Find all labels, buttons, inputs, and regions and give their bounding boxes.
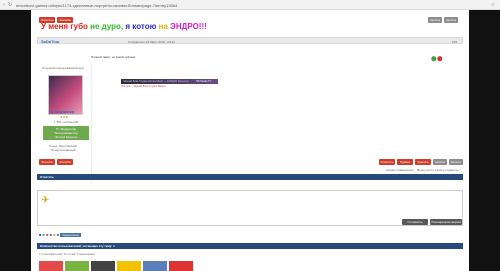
embed-desc: Эта для... Чёрный Блик Студия Видео bbox=[121, 85, 166, 88]
report-button[interactable]: Жалоба bbox=[39, 159, 55, 165]
reply-button-top[interactable]: Ответить bbox=[39, 17, 55, 23]
post-number[interactable]: #16 bbox=[452, 40, 457, 44]
star-icon[interactable]: ☆ bbox=[490, 2, 496, 8]
footer-thumb[interactable] bbox=[39, 261, 63, 271]
user-city-extra: Предполагающий bbox=[51, 148, 76, 152]
footer-thumb[interactable] bbox=[91, 261, 115, 271]
user-rank-line: Старшей подозреваемый друг bbox=[42, 66, 85, 70]
advanced-form-button[interactable]: Расширенная форма bbox=[430, 219, 462, 225]
share-icon[interactable]: ⬤ bbox=[431, 56, 437, 62]
quote-button[interactable]: Цитата bbox=[433, 159, 447, 165]
post-author-link[interactable]: SaDaTina bbox=[41, 39, 59, 44]
readers-detail: 1 пользователей, 0 гостей, 0 анонимных bbox=[39, 252, 96, 256]
delete-button[interactable]: Удалить bbox=[415, 159, 431, 165]
forum-page: У меня губо не дуро, я котою на ЭНДРО!!!… bbox=[31, 10, 469, 271]
edit-button[interactable]: Правка bbox=[397, 159, 413, 165]
footer-thumb[interactable] bbox=[143, 261, 167, 271]
readers-header: Количество пользователей, читающих эту т… bbox=[37, 243, 463, 249]
facebook-icon[interactable]: ■ bbox=[39, 232, 41, 237]
url-text[interactable]: nmonikovi-games.ru/topic/1174-сделанные-… bbox=[16, 3, 177, 8]
footer-thumb[interactable] bbox=[117, 261, 141, 271]
multiquote-button-top[interactable]: Цитата bbox=[428, 17, 442, 23]
reply-button[interactable]: Ответить bbox=[379, 159, 395, 165]
pager-text[interactable]: Скорее правильные: · Вернуться к началу … bbox=[386, 168, 461, 172]
user-stars: ★★★ bbox=[60, 115, 69, 119]
share-button[interactable]: Поделиться bbox=[60, 233, 81, 237]
user-name[interactable]: Гл. Модератор bbox=[49, 110, 74, 114]
reply-editor[interactable]: ✈ bbox=[37, 190, 463, 226]
embed-title: Чёрный Блик Студия (Unrecorded) — All Ri… bbox=[123, 80, 189, 83]
twitter-icon[interactable]: ■ bbox=[43, 232, 45, 237]
embed-badge: HD Studio TV bbox=[196, 79, 212, 83]
complaint-button[interactable]: Жалоба bbox=[57, 159, 73, 165]
title-part: на bbox=[158, 22, 168, 31]
title-part: не дуро, bbox=[90, 22, 124, 31]
reply-section-header: Ответить bbox=[37, 174, 463, 180]
title-part: ЭНДРО!!! bbox=[170, 22, 207, 31]
complaint-button-top[interactable]: Жалоба bbox=[57, 17, 73, 23]
user-avatar[interactable] bbox=[48, 75, 83, 115]
mail-icon[interactable]: ■ bbox=[57, 232, 59, 237]
browser-address-bar: ‹ ↻ nmonikovi-games.ru/topic/1174-сделан… bbox=[0, 0, 500, 10]
reload-icon[interactable]: ↻ bbox=[7, 2, 13, 8]
quote-button-top[interactable]: Цитата bbox=[444, 17, 458, 23]
post-title-banner: У меня губо не дуро, я котою на ЭНДРО!!! bbox=[41, 22, 207, 31]
user-avatar-small-icon: ✈ bbox=[41, 195, 50, 206]
viewport: У меня губо не дуро, я котою на ЭНДРО!!!… bbox=[0, 10, 500, 271]
footer-thumb[interactable] bbox=[65, 261, 89, 271]
user-sidecard: Старшей подозреваемый друг Гл. Модератор… bbox=[40, 64, 92, 184]
google-icon[interactable]: ■ bbox=[46, 232, 48, 237]
social-share-row: ■ ■ ■ ■ ■ ■ Поделиться bbox=[39, 232, 81, 237]
post-date: Отправлено 23 Март 2016 - 20:34 bbox=[128, 39, 175, 44]
title-part: я котою bbox=[125, 22, 157, 31]
odnoklassniki-icon[interactable]: ■ bbox=[53, 232, 55, 237]
report-icon[interactable]: ⬤ bbox=[437, 56, 443, 62]
title-part: У меня губо bbox=[41, 22, 88, 31]
vk-icon[interactable]: ■ bbox=[50, 232, 52, 237]
user-posts: 1 551 сообщений bbox=[54, 120, 79, 124]
badge-line: Чистый ванилин bbox=[54, 135, 78, 139]
post-header-bar: SaDaTina Отправлено 23 Март 2016 - 20:34… bbox=[37, 37, 463, 44]
user-group-badge: Гл. Модератор Тестеровщик игр Чистый ван… bbox=[43, 126, 89, 140]
send-button[interactable]: Отправить bbox=[402, 219, 428, 225]
post-subtitle: Полный пакет, но какой суфием bbox=[91, 55, 136, 59]
multiquote-button[interactable]: Мульти bbox=[449, 159, 463, 165]
footer-thumb[interactable] bbox=[169, 261, 193, 271]
